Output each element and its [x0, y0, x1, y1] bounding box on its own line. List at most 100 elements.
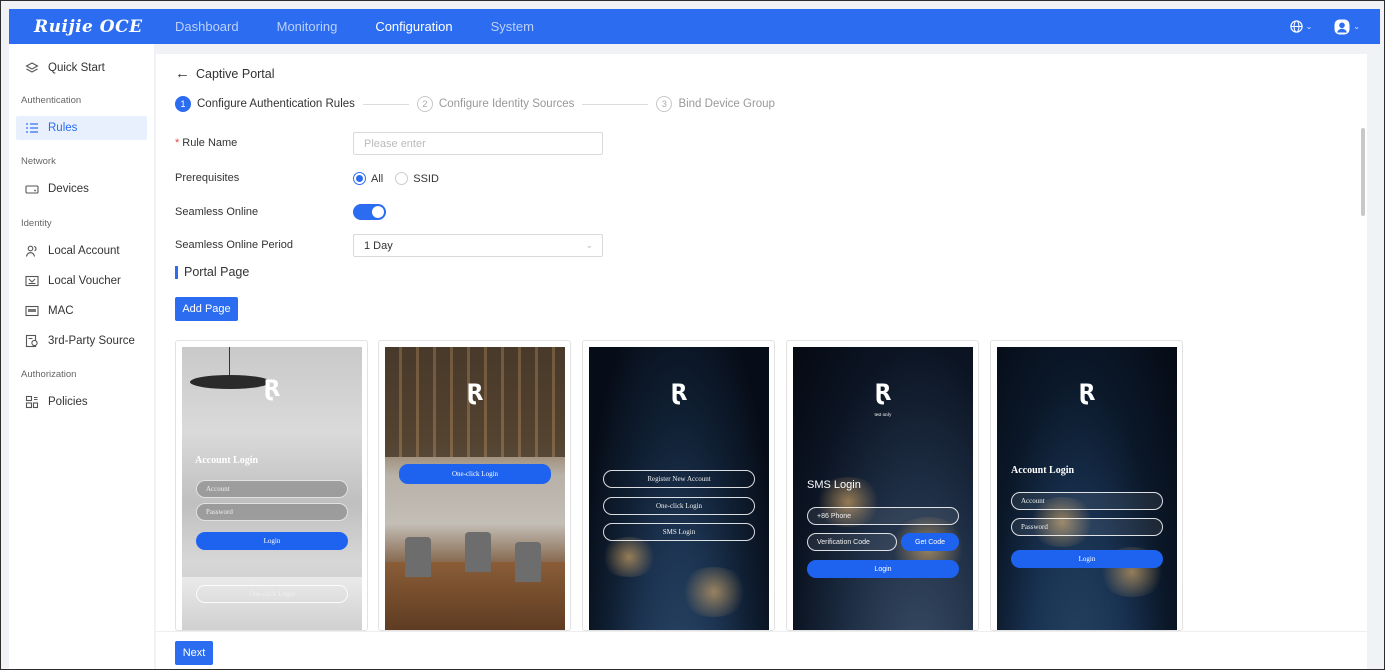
sidebar-item-third-party-source[interactable]: 3rd-Party Source — [16, 329, 147, 353]
portal-preview: Ɽ Register New Account One-click Login S… — [589, 347, 769, 630]
sidebar-item-label: 3rd-Party Source — [48, 335, 135, 347]
step-1-label: Configure Authentication Rules — [197, 98, 355, 110]
device-icon — [25, 182, 39, 196]
prerequisites-label: Prerequisites — [175, 172, 240, 184]
sidebar-group-authorization: Authorization — [21, 369, 77, 380]
seamless-period-label: Seamless Online Period — [175, 239, 294, 251]
step-1-number: 1 — [175, 96, 191, 112]
sidebar-item-quick-start[interactable]: Quick Start — [16, 56, 147, 80]
sidebar-item-devices[interactable]: Devices — [16, 177, 147, 201]
portal-account-field: Account — [1011, 492, 1163, 510]
sidebar-item-label: Local Account — [48, 245, 120, 257]
portal-logo-icon: Ɽ — [874, 381, 892, 406]
portal-account-field: Account — [196, 480, 348, 498]
seamless-online-label: Seamless Online — [175, 206, 259, 218]
portal-template-card[interactable]: Ɽ Account Login Account Password Login O… — [175, 340, 368, 631]
main-nav: Dashboard Monitoring Configuration Syste… — [156, 9, 553, 44]
portal-template-card[interactable]: Ɽ One-click Login — [378, 340, 571, 631]
nav-dashboard[interactable]: Dashboard — [156, 9, 258, 44]
portal-login-button: Login — [1011, 550, 1163, 568]
portal-one-click-button: One-click Login — [399, 464, 551, 484]
portal-get-code-button: Get Code — [901, 533, 959, 551]
portal-verification-field: Verification Code — [807, 533, 897, 551]
page-title: Captive Portal — [196, 66, 275, 81]
decor — [190, 375, 270, 389]
sidebar-item-mac[interactable]: MAC — [16, 299, 147, 323]
main-content: ← Captive Portal 1 Configure Authenticat… — [156, 54, 1367, 669]
list-icon — [25, 121, 39, 135]
portal-title: SMS Login — [807, 479, 861, 491]
decor — [599, 537, 659, 577]
sidebar-item-label: Rules — [48, 122, 78, 134]
portal-logo-icon: Ɽ — [670, 381, 688, 406]
decor — [465, 532, 491, 572]
radio-all[interactable] — [353, 172, 366, 185]
sidebar-item-label: Local Voucher — [48, 275, 121, 287]
sidebar: Quick Start Authentication Rules Network… — [9, 44, 154, 669]
voucher-icon — [25, 274, 39, 288]
chevron-down-icon: ⌄ — [585, 240, 593, 250]
sidebar-item-label: MAC — [48, 305, 74, 317]
sidebar-item-label: Devices — [48, 183, 89, 195]
portal-logo-icon: Ɽ — [466, 381, 484, 406]
app-window: Ruijie OCE Dashboard Monitoring Configur… — [0, 0, 1385, 670]
portal-template-card[interactable]: Ɽ test only SMS Login +86 Phone Verifica… — [786, 340, 979, 631]
portal-logo-icon: Ɽ — [1078, 381, 1096, 406]
portal-one-click-button: One-click Login — [603, 497, 755, 515]
sidebar-item-policies[interactable]: Policies — [16, 390, 147, 414]
step-2-label: Configure Identity Sources — [438, 98, 575, 110]
step-progress: 1 Configure Authentication Rules 2 Confi… — [175, 96, 775, 112]
portal-title: Account Login — [1011, 465, 1075, 476]
next-button[interactable]: Next — [175, 641, 213, 665]
portal-password-field: Password — [196, 503, 348, 521]
decor — [515, 542, 541, 582]
rule-name-input[interactable]: Please enter — [353, 132, 603, 155]
portal-template-card[interactable]: Ɽ Register New Account One-click Login S… — [582, 340, 775, 631]
nav-system[interactable]: System — [472, 9, 553, 44]
rule-name-label: * Rule Name — [175, 137, 238, 149]
add-page-button[interactable]: Add Page — [175, 297, 238, 321]
step-3-number: 3 — [656, 96, 673, 112]
portal-preview: Ɽ Account Login Account Password Login O… — [182, 347, 362, 630]
app-logo: Ruijie OCE — [34, 16, 143, 37]
top-nav-bar: Ruijie OCE Dashboard Monitoring Configur… — [9, 9, 1380, 44]
portal-logo-icon: Ɽ — [263, 377, 281, 402]
back-arrow-icon[interactable]: ← — [175, 66, 190, 81]
portal-template-card[interactable]: Ɽ Account Login Account Password Login — [990, 340, 1183, 631]
portal-preview: Ɽ Account Login Account Password Login — [997, 347, 1177, 630]
nav-configuration[interactable]: Configuration — [356, 9, 471, 44]
sidebar-group-authentication: Authentication — [21, 95, 82, 106]
decor — [229, 347, 230, 377]
globe-icon — [1289, 20, 1303, 33]
portal-login-button: Login — [807, 560, 959, 578]
sidebar-item-local-account[interactable]: Local Account — [16, 239, 147, 263]
sidebar-item-rules[interactable]: Rules — [16, 116, 147, 140]
step-connector — [362, 103, 409, 105]
third-party-icon — [25, 334, 39, 348]
page-header: ← Captive Portal — [175, 66, 275, 81]
seamless-online-toggle[interactable] — [353, 204, 386, 220]
sidebar-group-identity: Identity — [21, 218, 52, 229]
policy-icon — [25, 395, 39, 409]
user-avatar-icon — [1334, 19, 1350, 34]
mac-icon — [25, 304, 39, 318]
portal-register-button: Register New Account — [603, 470, 755, 488]
chevron-down-icon: ⌄ — [1353, 22, 1360, 31]
prerequisites-radio-group: All SSID — [353, 172, 451, 185]
portal-password-field: Password — [1011, 518, 1163, 536]
sidebar-item-local-voucher[interactable]: Local Voucher — [16, 269, 147, 293]
decor — [679, 567, 749, 617]
vertical-scrollbar[interactable] — [1361, 128, 1365, 216]
language-menu[interactable]: ⌄ — [1289, 20, 1312, 33]
portal-page-section-title: Portal Page — [175, 265, 249, 279]
seamless-period-select[interactable]: 1 Day ⌄ — [353, 234, 603, 257]
nav-monitoring[interactable]: Monitoring — [258, 9, 357, 44]
user-menu[interactable]: ⌄ — [1334, 19, 1360, 35]
section-accent-bar — [175, 265, 178, 279]
sidebar-item-label: Quick Start — [48, 62, 105, 74]
portal-preview: Ɽ One-click Login — [385, 347, 565, 630]
radio-ssid[interactable] — [395, 172, 409, 185]
portal-tagline: test only — [874, 413, 892, 418]
portal-login-button: Login — [196, 532, 348, 550]
portal-preview: Ɽ test only SMS Login +86 Phone Verifica… — [793, 347, 973, 630]
